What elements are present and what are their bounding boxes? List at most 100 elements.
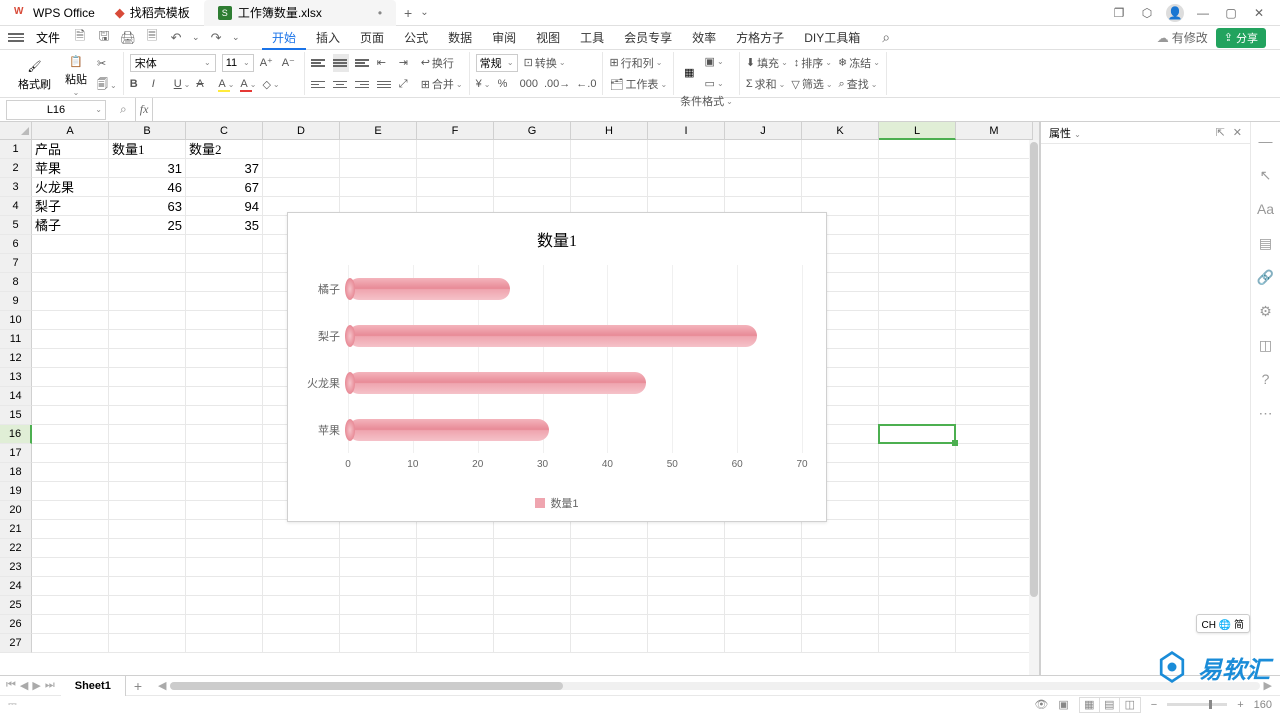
valign-middle-button[interactable] — [333, 54, 349, 72]
tab-review[interactable]: 审阅 — [482, 26, 526, 50]
eye-icon[interactable]: 👁 — [1034, 698, 1048, 711]
fill-button[interactable]: ⬇填充⌄ — [746, 54, 788, 72]
cell-B18[interactable] — [109, 463, 186, 482]
row-header-2[interactable]: 2 — [0, 159, 32, 178]
cell-J2[interactable] — [725, 159, 802, 178]
cell-L14[interactable] — [879, 387, 956, 406]
save-icon[interactable]: 🖫 — [96, 30, 112, 46]
cell-L10[interactable] — [879, 311, 956, 330]
cell-B17[interactable] — [109, 444, 186, 463]
status-left-icon[interactable]: ⎓ — [8, 698, 17, 711]
row-header-12[interactable]: 12 — [0, 349, 32, 368]
close-window-button[interactable]: ✕ — [1250, 4, 1268, 22]
cell-A8[interactable] — [32, 273, 109, 292]
file-menu[interactable]: 文件 — [30, 29, 66, 46]
row-header-16[interactable]: 16 — [0, 425, 32, 444]
strike-button[interactable]: A — [196, 75, 212, 93]
tab-insert[interactable]: 插入 — [306, 26, 350, 50]
row-header-18[interactable]: 18 — [0, 463, 32, 482]
cell-B8[interactable] — [109, 273, 186, 292]
formula-input[interactable] — [152, 98, 1280, 121]
cell-M11[interactable] — [956, 330, 1033, 349]
link-icon[interactable]: 🔗 — [1257, 268, 1275, 286]
zoom-in-button[interactable]: + — [1237, 699, 1243, 711]
cell-H22[interactable] — [571, 539, 648, 558]
col-header-H[interactable]: H — [571, 122, 648, 140]
cell-B7[interactable] — [109, 254, 186, 273]
cell-J26[interactable] — [725, 615, 802, 634]
close-tab-icon[interactable]: • — [378, 6, 382, 20]
name-box[interactable]: L16⌄ — [6, 100, 106, 120]
cell-D23[interactable] — [263, 558, 340, 577]
cell-A15[interactable] — [32, 406, 109, 425]
cell-A13[interactable] — [32, 368, 109, 387]
cell-F26[interactable] — [417, 615, 494, 634]
cell-I26[interactable] — [648, 615, 725, 634]
cell-L26[interactable] — [879, 615, 956, 634]
document-tab[interactable]: S 工作簿数量.xlsx • — [204, 0, 396, 26]
rowcol-button[interactable]: ⊞行和列⌄ — [609, 54, 662, 72]
cell-M9[interactable] — [956, 292, 1033, 311]
cell-M22[interactable] — [956, 539, 1033, 558]
cell-L8[interactable] — [879, 273, 956, 292]
cell-L27[interactable] — [879, 634, 956, 653]
cell-F23[interactable] — [417, 558, 494, 577]
cell-M24[interactable] — [956, 577, 1033, 596]
cell-J23[interactable] — [725, 558, 802, 577]
cell-J27[interactable] — [725, 634, 802, 653]
cell-L15[interactable] — [879, 406, 956, 425]
col-header-D[interactable]: D — [263, 122, 340, 140]
cell-A23[interactable] — [32, 558, 109, 577]
cell-G2[interactable] — [494, 159, 571, 178]
cell-A14[interactable] — [32, 387, 109, 406]
cell-L3[interactable] — [879, 178, 956, 197]
style-icon[interactable]: Aa — [1257, 200, 1275, 218]
cell-E1[interactable] — [340, 140, 417, 159]
cell-L12[interactable] — [879, 349, 956, 368]
row-header-19[interactable]: 19 — [0, 482, 32, 501]
tab-member[interactable]: 会员专享 — [614, 26, 682, 50]
cell-I27[interactable] — [648, 634, 725, 653]
settings-icon[interactable]: ⚙ — [1257, 302, 1275, 320]
cell-L5[interactable] — [879, 216, 956, 235]
cell-B12[interactable] — [109, 349, 186, 368]
cell-C11[interactable] — [186, 330, 263, 349]
tab-start[interactable]: 开始 — [262, 26, 306, 50]
cube-icon[interactable]: ⬡ — [1138, 4, 1156, 22]
zoom-out-button[interactable]: − — [1151, 699, 1157, 711]
first-sheet-icon[interactable]: ⏮ — [6, 679, 16, 692]
cell-A19[interactable] — [32, 482, 109, 501]
wrap-button[interactable]: ↩换行 — [421, 54, 454, 72]
print-preview-icon[interactable]: 🗏 — [144, 30, 160, 46]
cell-B26[interactable] — [109, 615, 186, 634]
cell-L9[interactable] — [879, 292, 956, 311]
convert-button[interactable]: ⊡转换⌄ — [524, 54, 566, 72]
cell-I21[interactable] — [648, 520, 725, 539]
cell-H27[interactable] — [571, 634, 648, 653]
cell-M27[interactable] — [956, 634, 1033, 653]
cell-C4[interactable]: 94 — [186, 197, 263, 216]
cell-C13[interactable] — [186, 368, 263, 387]
freeze-button[interactable]: ❄冻结⌄ — [838, 54, 880, 72]
font-color-button[interactable]: A⌄ — [240, 75, 256, 93]
cell-C17[interactable] — [186, 444, 263, 463]
cell-M21[interactable] — [956, 520, 1033, 539]
row-header-8[interactable]: 8 — [0, 273, 32, 292]
cell-M20[interactable] — [956, 501, 1033, 520]
cell-A11[interactable] — [32, 330, 109, 349]
cell-L22[interactable] — [879, 539, 956, 558]
font-size-select[interactable]: 11⌄ — [222, 54, 254, 72]
row-header-27[interactable]: 27 — [0, 634, 32, 653]
cell-A2[interactable]: 苹果 — [32, 159, 109, 178]
cell-E21[interactable] — [340, 520, 417, 539]
sort-button[interactable]: ↕排序⌄ — [794, 54, 832, 72]
cell-A10[interactable] — [32, 311, 109, 330]
cell-M10[interactable] — [956, 311, 1033, 330]
cell-B3[interactable]: 46 — [109, 178, 186, 197]
cell-C26[interactable] — [186, 615, 263, 634]
cell-I22[interactable] — [648, 539, 725, 558]
cell-C25[interactable] — [186, 596, 263, 615]
cell-M7[interactable] — [956, 254, 1033, 273]
maximize-button[interactable]: ▢ — [1222, 4, 1240, 22]
cell-C22[interactable] — [186, 539, 263, 558]
